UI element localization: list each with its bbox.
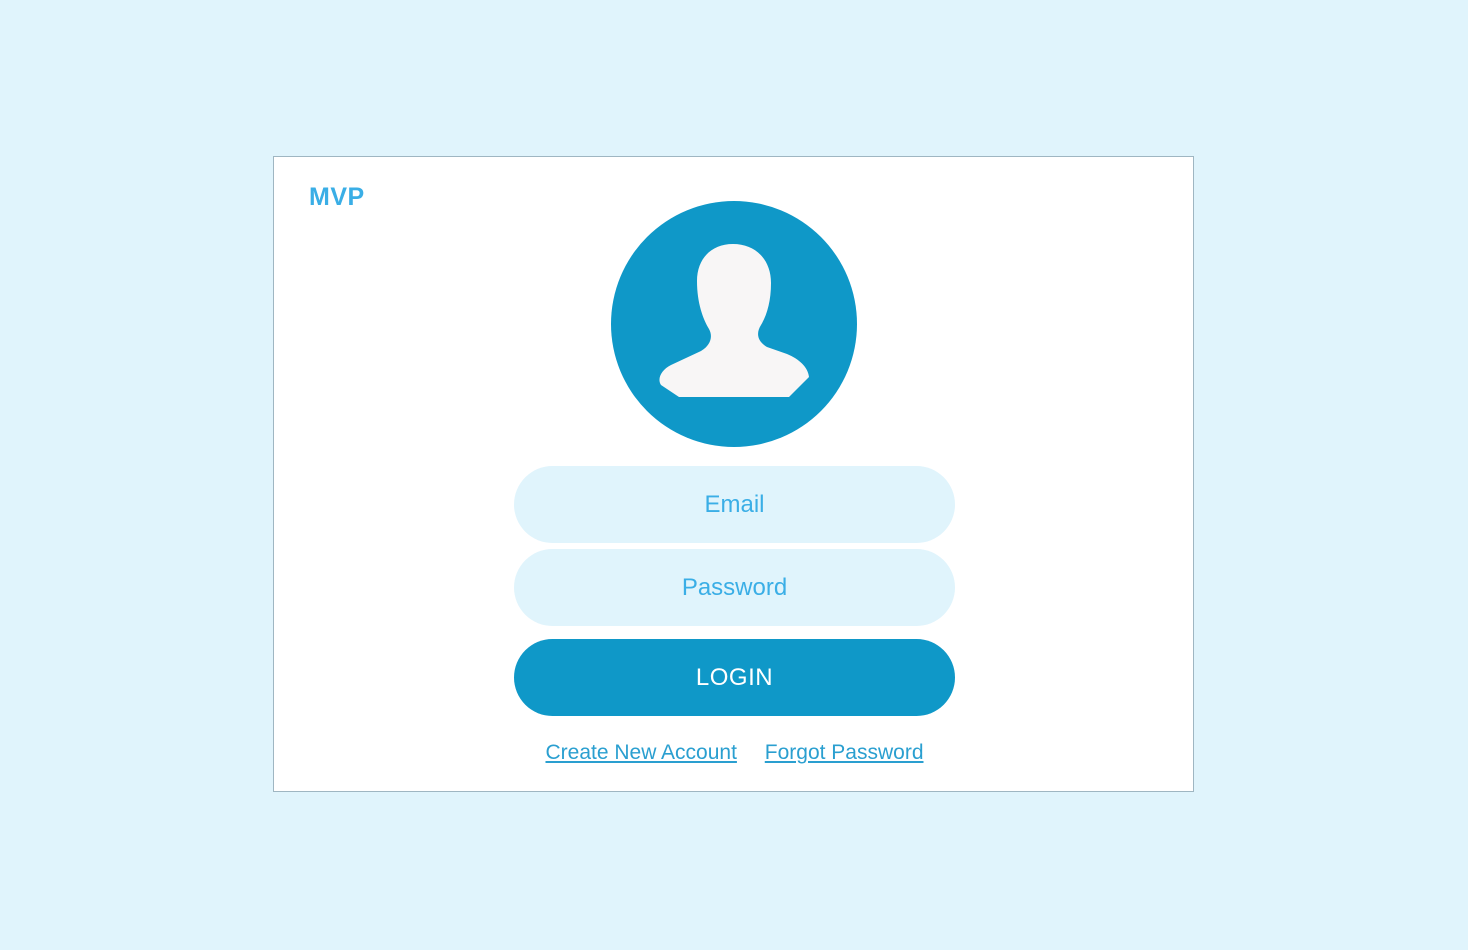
brand-logo: MVP (309, 183, 365, 211)
password-field[interactable] (514, 549, 955, 626)
create-account-link[interactable]: Create New Account (545, 741, 736, 764)
email-field[interactable] (514, 466, 955, 543)
auth-links: Create New Account Forgot Password (274, 741, 1195, 765)
page-background: MVP LOGIN Create New Account Forgot Pass… (0, 0, 1468, 950)
login-card: MVP LOGIN Create New Account Forgot Pass… (273, 156, 1194, 792)
avatar (611, 201, 857, 447)
login-button[interactable]: LOGIN (514, 639, 955, 716)
forgot-password-link[interactable]: Forgot Password (765, 741, 924, 764)
user-silhouette-icon (659, 244, 809, 397)
